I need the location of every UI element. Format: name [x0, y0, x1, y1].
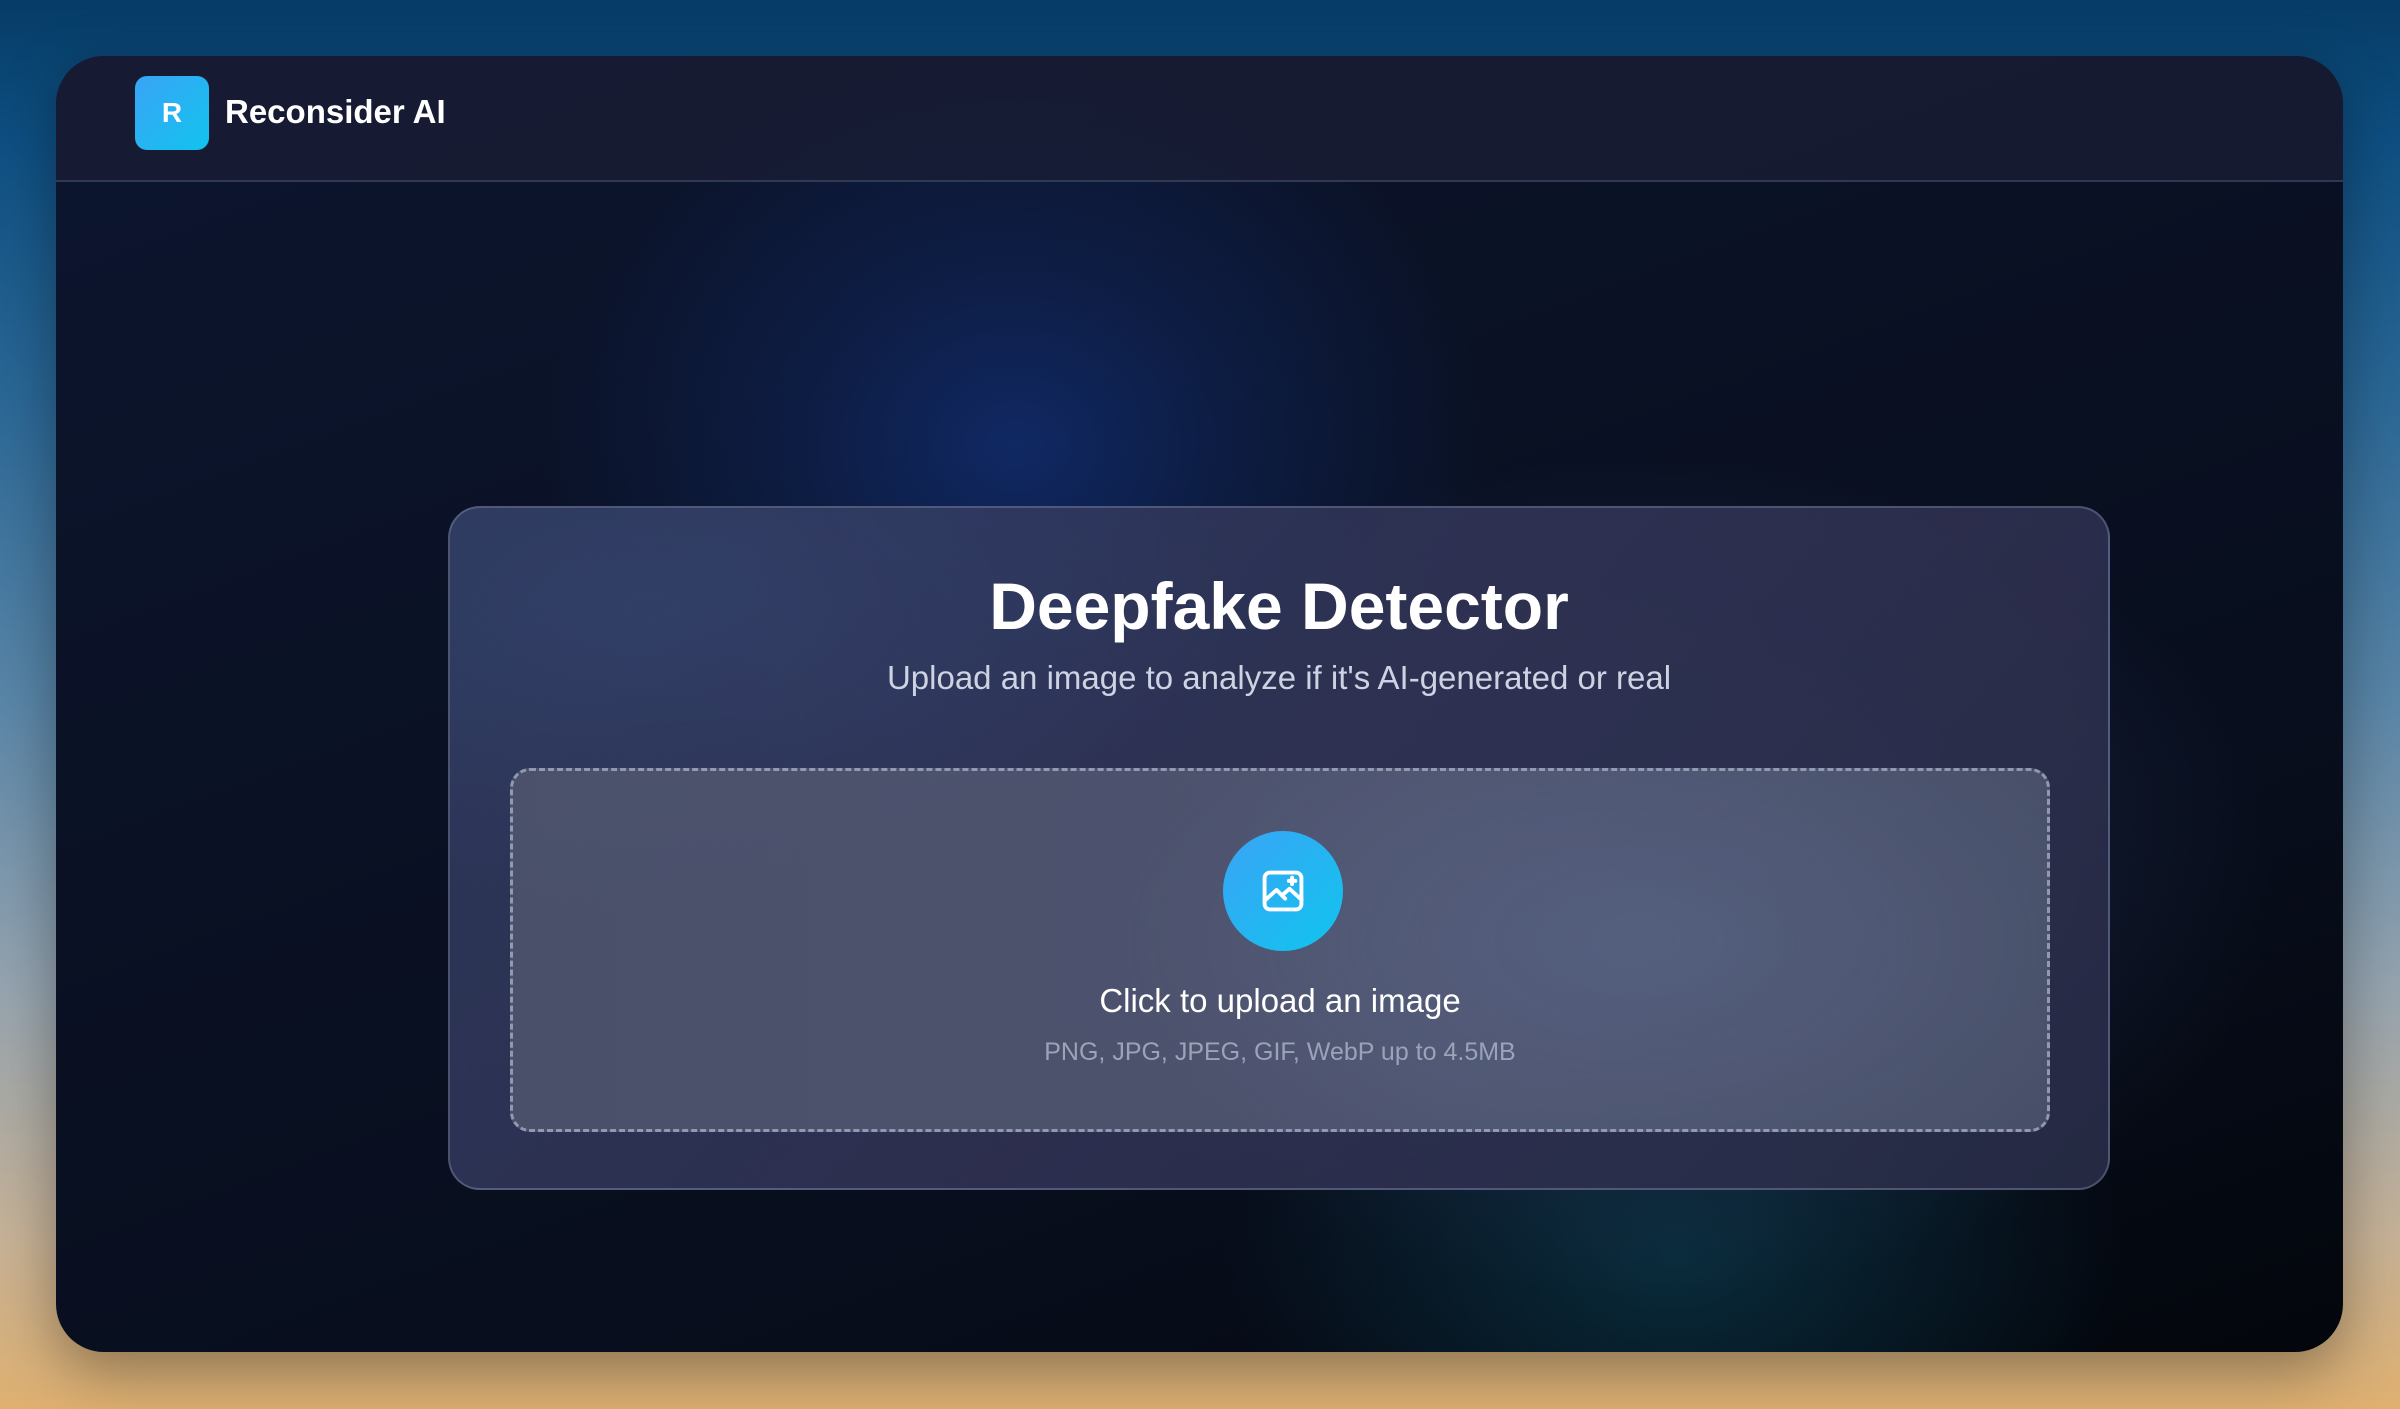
- app-window: R Reconsider AI Deepfake Detector Upload…: [56, 56, 2343, 1352]
- brand-name[interactable]: Reconsider AI: [225, 92, 446, 132]
- page-subtitle: Upload an image to analyze if it's AI-ge…: [886, 659, 1672, 696]
- upload-dropzone[interactable]: Click to upload an image PNG, JPG, JPEG,…: [510, 768, 2050, 1132]
- page-title: Deepfake Detector: [989, 569, 1569, 643]
- upload-file-types-hint: PNG, JPG, JPEG, GIF, WebP up to 4.5MB: [1044, 1038, 1516, 1066]
- top-navigation-bar: R Reconsider AI: [56, 56, 2343, 182]
- image-icon: [1262, 870, 1304, 912]
- upload-icon-circle[interactable]: [1223, 831, 1343, 951]
- detector-card: Deepfake Detector Upload an image to ana…: [448, 506, 2110, 1190]
- logo-icon[interactable]: R: [135, 76, 209, 150]
- upload-label[interactable]: Click to upload an image: [513, 981, 2047, 1021]
